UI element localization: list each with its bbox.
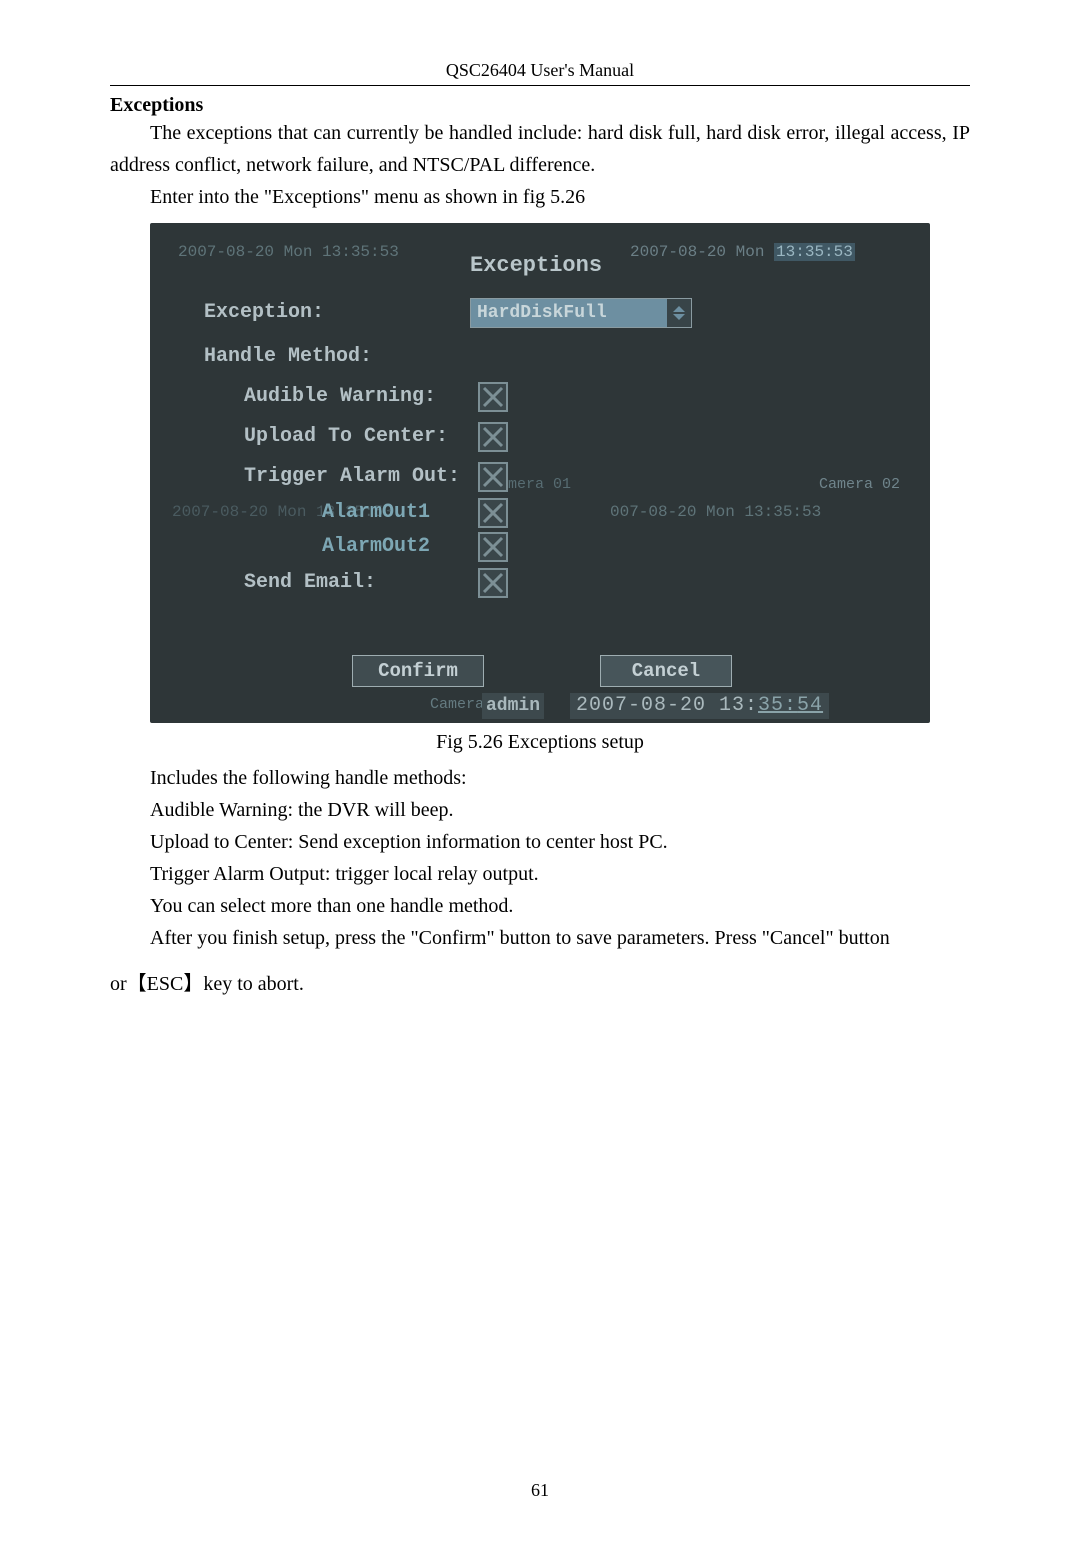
checkbox-send-email[interactable]: [478, 568, 508, 598]
paragraph-1: The exceptions that can currently be han…: [110, 117, 970, 181]
label-alarmout2: AlarmOut2: [322, 535, 430, 558]
after-1: Includes the following handle methods:: [110, 762, 970, 794]
paragraph-2: Enter into the "Exceptions" menu as show…: [110, 181, 970, 213]
dropdown-arrows-icon: [667, 299, 691, 327]
user-badge: admin: [482, 693, 544, 719]
footer-date: 2007-08-20 13:: [576, 694, 758, 717]
after-6: After you finish setup, press the "Confi…: [110, 922, 970, 954]
exceptions-screenshot: 2007-08-20 Mon 13:35:53 2007-08-20 Mon 1…: [150, 223, 930, 723]
confirm-button[interactable]: Confirm: [352, 655, 484, 687]
label-handle-method: Handle Method:: [204, 345, 372, 368]
label-exception: Exception:: [204, 301, 324, 324]
timestamp-mid-right: 007-08-20 Mon 13:35:53: [610, 503, 821, 521]
menu-title: Exceptions: [470, 253, 602, 278]
footer-datetime: 2007-08-20 13:35:54: [570, 693, 829, 719]
page-number: 61: [110, 1480, 970, 1501]
cancel-button[interactable]: Cancel: [600, 655, 732, 687]
label-alarmout1: AlarmOut1: [322, 501, 430, 524]
label-trigger-alarm-out: Trigger Alarm Out:: [244, 465, 460, 488]
page-header: QSC26404 User's Manual: [110, 60, 970, 86]
checkbox-alarmout2[interactable]: [478, 532, 508, 562]
checkbox-audible-warning[interactable]: [478, 382, 508, 412]
label-upload-to-center: Upload To Center:: [244, 425, 448, 448]
label-audible-warning: Audible Warning:: [244, 385, 436, 408]
footer-seconds: 54: [797, 694, 823, 717]
checkbox-alarmout1[interactable]: [478, 498, 508, 528]
timestamp-tr-date: 2007-08-20 Mon: [630, 243, 774, 261]
label-send-email: Send Email:: [244, 571, 376, 594]
after-4: Trigger Alarm Output: trigger local rela…: [110, 858, 970, 890]
camera-02-label: Camera 02: [819, 476, 900, 493]
checkbox-trigger-alarm-out[interactable]: [478, 462, 508, 492]
after-5: You can select more than one handle meth…: [110, 890, 970, 922]
figure-caption: Fig 5.26 Exceptions setup: [110, 731, 970, 754]
timestamp-tr-time: 13:35:53: [774, 243, 855, 261]
after-2: Audible Warning: the DVR will beep.: [110, 794, 970, 826]
footer-minutes: 35:: [758, 694, 797, 717]
checkbox-upload-to-center[interactable]: [478, 422, 508, 452]
after-7: or【ESC】key to abort.: [110, 968, 970, 1000]
section-title: Exceptions: [110, 94, 970, 117]
after-3: Upload to Center: Send exception informa…: [110, 826, 970, 858]
exception-dropdown-value: HardDiskFull: [471, 299, 667, 327]
timestamp-top-left: 2007-08-20 Mon 13:35:53: [178, 243, 399, 261]
exception-dropdown[interactable]: HardDiskFull: [470, 298, 692, 328]
timestamp-top-right: 2007-08-20 Mon 13:35:53: [630, 243, 855, 261]
